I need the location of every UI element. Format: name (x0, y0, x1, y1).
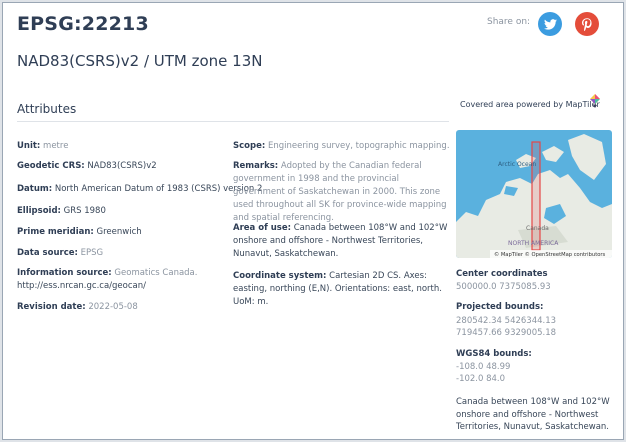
area-of-use-label: Area of use: (233, 223, 292, 233)
page-subtitle: NAD83(CSRS)v2 / UTM zone 13N (17, 52, 263, 70)
wgs84-bounds-label: WGS84 bounds: (456, 349, 532, 359)
page-title: EPSG:22213 (17, 13, 149, 35)
coordinate-system-field: Coordinate system: Cartesian 2D CS. Axes… (233, 270, 451, 309)
unit-value[interactable]: metre (43, 141, 68, 151)
prime-meridian-value[interactable]: Greenwich (97, 227, 142, 237)
geodetic-crs-field: Geodetic CRS: NAD83(CSRS)v2 (17, 160, 157, 173)
unit-field: Unit: metre (17, 140, 68, 153)
geodetic-crs-value[interactable]: NAD83(CSRS)v2 (87, 161, 156, 171)
datum-value[interactable]: North American Datum of 1983 (CSRS) vers… (55, 184, 263, 194)
projected-bounds-line2: 719457.66 9329005.18 (456, 328, 557, 338)
remarks-label: Remarks: (233, 161, 279, 171)
map-ocean-label: Arctic Ocean (498, 161, 536, 168)
page-frame: EPSG:22213 NAD83(CSRS)v2 / UTM zone 13N … (2, 2, 624, 440)
wgs84-bounds-line2: -102.0 84.0 (456, 374, 506, 384)
map-attribution[interactable]: © MapTiler © OpenStreetMap contributors (494, 251, 606, 258)
map-canvas: Arctic Ocean Canada NORTH AMERICA © MapT… (456, 130, 612, 258)
information-source-label: Information source: (17, 268, 112, 278)
divider (17, 121, 449, 122)
information-source-value: Geomatics Canada. (114, 268, 198, 278)
remarks-field: Remarks: Adopted by the Canadian federal… (233, 160, 451, 225)
map-canada-label: Canada (526, 225, 549, 232)
revision-date-label: Revision date: (17, 302, 86, 312)
prime-meridian-field: Prime meridian: Greenwich (17, 226, 142, 239)
center-coordinates-label: Center coordinates (456, 269, 548, 279)
projected-bounds-line1: 280542.34 5426344.13 (456, 316, 557, 326)
pinterest-icon (582, 17, 592, 31)
twitter-icon (543, 18, 557, 30)
ellipsoid-value[interactable]: GRS 1980 (64, 206, 106, 216)
datum-field: Datum: North American Datum of 1983 (CSR… (17, 183, 262, 196)
share-label: Share on: (487, 17, 531, 27)
pinterest-share-button[interactable] (575, 12, 599, 36)
information-source-field: Information source: Geomatics Canada. ht… (17, 267, 227, 293)
scope-label: Scope: (233, 141, 266, 151)
information-source-link[interactable]: http://ess.nrcan.gc.ca/geocan/ (17, 281, 146, 291)
map-continent-label: NORTH AMERICA (508, 240, 559, 247)
area-of-use-field: Area of use: Canada between 108°W and 10… (233, 222, 451, 261)
wgs84-bounds-line1: -108.0 48.99 (456, 362, 511, 372)
ellipsoid-field: Ellipsoid: GRS 1980 (17, 205, 106, 218)
prime-meridian-label: Prime meridian: (17, 227, 94, 237)
geodetic-crs-label: Geodetic CRS: (17, 161, 85, 171)
scope-field: Scope: Engineering survey, topographic m… (233, 140, 451, 153)
data-source-field: Data source: EPSG (17, 247, 103, 260)
attributes-heading: Attributes (17, 102, 77, 116)
revision-date-field: Revision date: 2022-05-08 (17, 301, 138, 314)
coverage-map[interactable]: Arctic Ocean Canada NORTH AMERICA © MapT… (456, 130, 612, 258)
data-source-label: Data source: (17, 248, 78, 258)
twitter-share-button[interactable] (538, 12, 562, 36)
scope-value: Engineering survey, topographic mapping. (267, 141, 450, 151)
center-coordinates-value: 500000.0 7375085.93 (456, 282, 551, 292)
ellipsoid-label: Ellipsoid: (17, 206, 61, 216)
maptiler-credit[interactable]: Covered area powered by MapTiler (460, 100, 600, 109)
maptiler-logo-icon (590, 94, 600, 108)
data-source-value[interactable]: EPSG (81, 248, 103, 258)
unit-label: Unit: (17, 141, 41, 151)
projected-bounds-label: Projected bounds: (456, 302, 544, 312)
coordinate-system-label: Coordinate system: (233, 271, 327, 281)
area-summary: Canada between 108°W and 102°W onshore a… (456, 397, 610, 432)
revision-date-value: 2022-05-08 (88, 302, 138, 312)
datum-label: Datum: (17, 184, 53, 194)
